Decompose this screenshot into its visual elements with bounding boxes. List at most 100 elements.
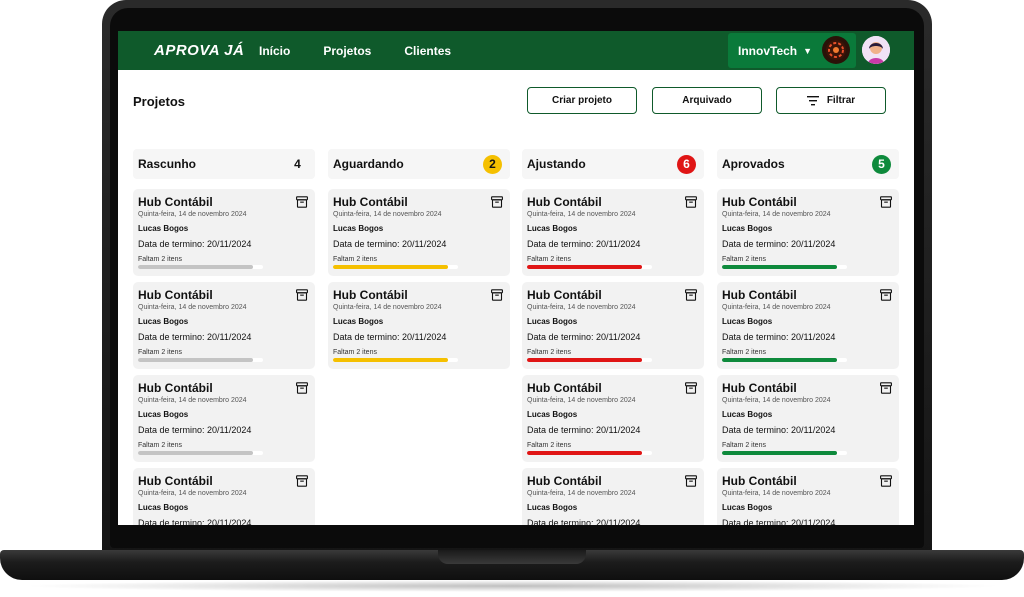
- project-card[interactable]: Hub Contábil Quinta-feira, 14 de novembro…: [522, 375, 704, 462]
- progress-fill: [138, 358, 253, 362]
- card-date: Quinta-feira, 14 de novembro 2024: [527, 397, 636, 404]
- user-avatar[interactable]: [862, 36, 890, 64]
- card-title: Hub Contábil: [527, 288, 602, 302]
- card-owner: Lucas Bogos: [138, 503, 189, 512]
- create-project-button[interactable]: Criar projeto: [527, 87, 637, 114]
- company-name: InnovTech: [738, 43, 798, 58]
- filter-button[interactable]: Filtrar: [776, 87, 886, 114]
- project-card[interactable]: Hub Contábil Quinta-feira, 14 de novembro…: [522, 282, 704, 369]
- card-owner: Lucas Bogos: [527, 317, 578, 326]
- progress-track: [333, 265, 458, 269]
- archive-icon[interactable]: [296, 382, 308, 394]
- project-card[interactable]: Hub Contábil Quinta-feira, 14 de novembro…: [328, 282, 510, 369]
- column-approved: Aprovados 5 Hub Contábil Quinta-feira, 14 d…: [717, 149, 899, 525]
- column-adjusting: Ajustando 6 Hub Contábil Quinta-feira, 14 d…: [522, 149, 704, 525]
- card-date: Quinta-feira, 14 de novembro 2024: [527, 211, 636, 218]
- card-date: Quinta-feira, 14 de novembro 2024: [138, 397, 247, 404]
- archive-icon[interactable]: [685, 475, 697, 487]
- archive-icon[interactable]: [880, 289, 892, 301]
- card-title: Hub Contábil: [138, 288, 213, 302]
- card-date: Quinta-feira, 14 de novembro 2024: [722, 490, 831, 497]
- app-screen: APROVA JÁ Início Projetos Clientes Innov…: [118, 31, 914, 525]
- project-card[interactable]: Hub Contábil Quinta-feira, 14 de novembro…: [133, 189, 315, 276]
- column-waiting: Aguardando 2 Hub Contábil Quinta-feira, 14 …: [328, 149, 510, 369]
- card-title: Hub Contábil: [722, 474, 797, 488]
- card-title: Hub Contábil: [138, 381, 213, 395]
- archive-icon[interactable]: [880, 196, 892, 208]
- progress-track: [527, 451, 652, 455]
- column-header: Ajustando 6: [522, 149, 704, 179]
- card-owner: Lucas Bogos: [722, 224, 773, 233]
- archive-icon[interactable]: [880, 475, 892, 487]
- archive-icon[interactable]: [685, 382, 697, 394]
- column-header: Rascunho 4: [133, 149, 315, 179]
- card-deadline: Data de termino: 20/11/2024: [333, 332, 447, 342]
- card-remaining: Faltam 2 itens: [333, 256, 377, 263]
- project-card[interactable]: Hub Contábil Quinta-feira, 14 de novembro…: [717, 189, 899, 276]
- card-owner: Lucas Bogos: [333, 224, 384, 233]
- progress-fill: [138, 451, 253, 455]
- card-deadline: Data de termino: 20/11/2024: [722, 425, 836, 435]
- progress-track: [722, 451, 847, 455]
- app-logo[interactable]: APROVA JÁ: [154, 42, 259, 59]
- card-owner: Lucas Bogos: [138, 317, 189, 326]
- project-card[interactable]: Hub Contábil Quinta-feira, 14 de novembro…: [133, 282, 315, 369]
- progress-fill: [527, 265, 642, 269]
- progress-fill: [527, 451, 642, 455]
- nav-link-clientes[interactable]: Clientes: [404, 44, 451, 58]
- project-card[interactable]: Hub Contábil Quinta-feira, 14 de novembro…: [717, 468, 899, 525]
- card-date: Quinta-feira, 14 de novembro 2024: [527, 304, 636, 311]
- card-deadline: Data de termino: 20/11/2024: [722, 332, 836, 342]
- nav-link-inicio[interactable]: Início: [259, 44, 290, 58]
- company-logo-icon[interactable]: [822, 36, 850, 64]
- archive-icon[interactable]: [296, 289, 308, 301]
- card-title: Hub Contábil: [138, 474, 213, 488]
- archive-icon[interactable]: [685, 289, 697, 301]
- card-owner: Lucas Bogos: [722, 503, 773, 512]
- project-card[interactable]: Hub Contábil Quinta-feira, 14 de novembro…: [133, 375, 315, 462]
- card-owner: Lucas Bogos: [722, 410, 773, 419]
- column-draft: Rascunho 4 Hub Contábil Quinta-feira, 14 de…: [133, 149, 315, 525]
- top-bar: APROVA JÁ Início Projetos Clientes Innov…: [118, 31, 914, 70]
- column-count-badge: 6: [677, 154, 696, 174]
- archive-icon[interactable]: [296, 475, 308, 487]
- archive-icon[interactable]: [880, 382, 892, 394]
- project-card[interactable]: Hub Contábil Quinta-feira, 14 de novembro…: [328, 189, 510, 276]
- archive-icon[interactable]: [685, 196, 697, 208]
- card-date: Quinta-feira, 14 de novembro 2024: [333, 304, 442, 311]
- progress-fill: [722, 358, 837, 362]
- card-owner: Lucas Bogos: [722, 317, 773, 326]
- nav-link-projetos[interactable]: Projetos: [323, 44, 371, 58]
- card-date: Quinta-feira, 14 de novembro 2024: [722, 397, 831, 404]
- card-deadline: Data de termino: 20/11/2024: [333, 239, 447, 249]
- card-remaining: Faltam 2 itens: [138, 442, 182, 449]
- card-owner: Lucas Bogos: [527, 503, 578, 512]
- project-card[interactable]: Hub Contábil Quinta-feira, 14 de novembro…: [522, 468, 704, 525]
- laptop-notch: [438, 550, 586, 564]
- project-card[interactable]: Hub Contábil Quinta-feira, 14 de novembro…: [717, 282, 899, 369]
- card-remaining: Faltam 2 itens: [527, 349, 571, 356]
- project-card[interactable]: Hub Contábil Quinta-feira, 14 de novembro…: [717, 375, 899, 462]
- card-deadline: Data de termino: 20/11/2024: [527, 332, 641, 342]
- progress-track: [527, 265, 652, 269]
- card-remaining: Faltam 2 itens: [722, 442, 766, 449]
- card-owner: Lucas Bogos: [527, 410, 578, 419]
- column-header: Aguardando 2: [328, 149, 510, 179]
- progress-track: [138, 451, 263, 455]
- card-deadline: Data de termino: 20/11/2024: [138, 332, 252, 342]
- card-deadline: Data de termino: 20/11/2024: [722, 239, 836, 249]
- card-title: Hub Contábil: [722, 195, 797, 209]
- filter-label: Filtrar: [826, 95, 856, 106]
- project-card[interactable]: Hub Contábil Quinta-feira, 14 de novembro…: [522, 189, 704, 276]
- card-remaining: Faltam 2 itens: [527, 442, 571, 449]
- archived-button[interactable]: Arquivado: [652, 87, 762, 114]
- archive-icon[interactable]: [491, 289, 503, 301]
- archive-icon[interactable]: [491, 196, 503, 208]
- column-count-badge: 2: [483, 154, 502, 174]
- progress-fill: [722, 451, 837, 455]
- column-title: Ajustando: [527, 157, 586, 171]
- project-card[interactable]: Hub Contábil Quinta-feira, 14 de novembro…: [133, 468, 315, 525]
- card-deadline: Data de termino: 20/11/2024: [527, 425, 641, 435]
- progress-track: [722, 265, 847, 269]
- archive-icon[interactable]: [296, 196, 308, 208]
